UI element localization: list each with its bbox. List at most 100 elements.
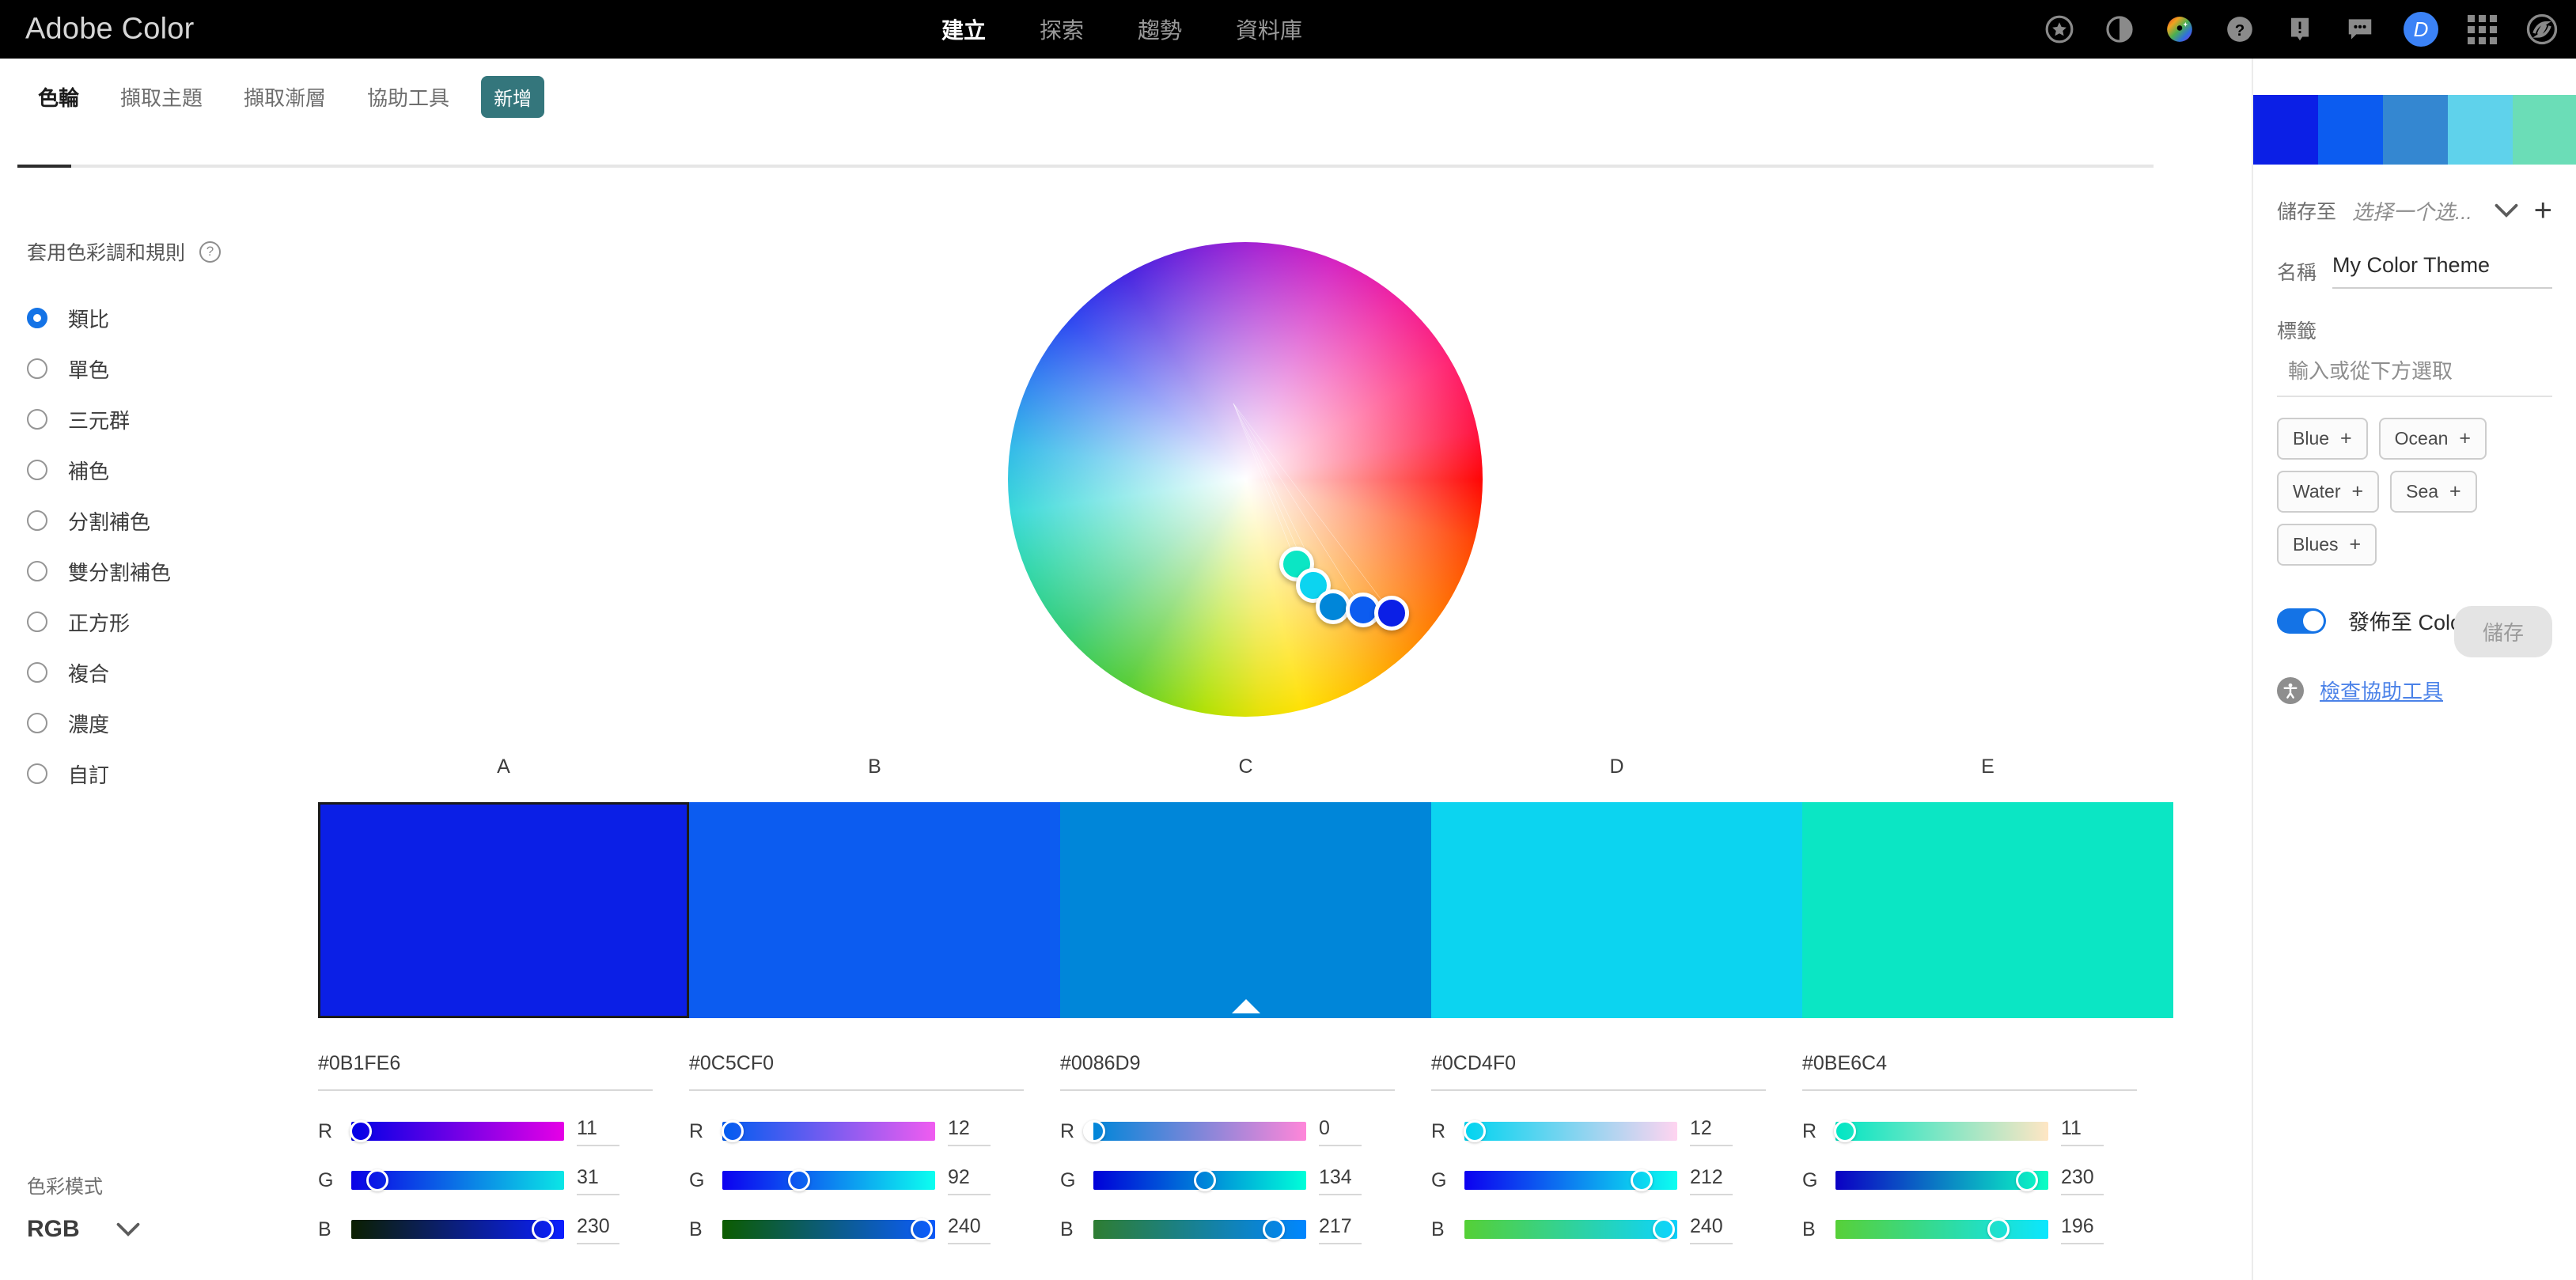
accessibility-link[interactable]: 檢查協助工具 — [2320, 676, 2443, 705]
tag-chip-ocean[interactable]: Ocean + — [2378, 418, 2487, 460]
publish-toggle[interactable] — [2277, 608, 2326, 634]
plus-icon[interactable]: + — [2449, 480, 2461, 503]
swatch-c[interactable] — [1060, 802, 1431, 1018]
tag-chip-sea[interactable]: Sea + — [2390, 471, 2477, 513]
swatch-e[interactable] — [1802, 802, 2173, 1018]
rule-split-complementary[interactable]: 分割補色 — [27, 495, 288, 546]
name-field[interactable]: My Color Theme — [2332, 253, 2552, 289]
hex-value-e[interactable]: #0BE6C4 — [1802, 1052, 2137, 1075]
theme-contrast-icon[interactable] — [2103, 13, 2136, 46]
slider-track-b[interactable] — [1464, 1218, 1677, 1240]
hex-value-d[interactable]: #0CD4F0 — [1431, 1052, 1766, 1075]
topnav-item-libraries[interactable]: 資料庫 — [1236, 13, 1302, 45]
tag-chip-blue[interactable]: Blue + — [2277, 418, 2368, 460]
slider-thumb-b[interactable] — [531, 1218, 554, 1240]
slider-thumb-b[interactable] — [1263, 1218, 1286, 1240]
channel-value-b[interactable]: 196 — [2061, 1215, 2137, 1238]
plus-icon[interactable]: + — [2459, 427, 2471, 450]
channel-value-g[interactable]: 212 — [1690, 1166, 1766, 1189]
slider-track-b[interactable] — [722, 1218, 935, 1240]
slider-track-r[interactable] — [1833, 1120, 2048, 1142]
tab-color-wheel[interactable]: 色輪 — [17, 82, 100, 112]
hex-value-c[interactable]: #0086D9 — [1060, 1052, 1395, 1075]
rule-monochromatic[interactable]: 單色 — [27, 343, 288, 394]
slider-thumb-r[interactable] — [349, 1120, 372, 1142]
slider-thumb-g[interactable] — [1630, 1169, 1653, 1191]
slider-track-r[interactable] — [721, 1120, 935, 1142]
color-mode-dropdown[interactable]: RGB — [27, 1216, 288, 1243]
plus-icon[interactable]: + — [2352, 480, 2364, 503]
creative-cloud-icon[interactable] — [2525, 13, 2559, 46]
chevron-down-icon[interactable] — [2495, 203, 2518, 218]
topnav-item-explore[interactable]: 探索 — [1040, 13, 1084, 45]
help-icon[interactable]: ? — [2223, 13, 2256, 46]
channel-value-b[interactable]: 240 — [1690, 1215, 1766, 1238]
slider-track-r[interactable] — [1463, 1120, 1677, 1142]
slider-thumb-b[interactable] — [1987, 1218, 2010, 1240]
channel-value-r[interactable]: 12 — [948, 1117, 1024, 1140]
radio-complementary[interactable] — [27, 460, 47, 480]
radio-monochromatic[interactable] — [27, 358, 47, 379]
radio-square[interactable] — [27, 612, 47, 632]
slider-thumb-r[interactable] — [1833, 1120, 1856, 1142]
help-icon[interactable]: ? — [199, 240, 222, 263]
new-badge[interactable]: 新增 — [481, 75, 545, 118]
channel-value-g[interactable]: 31 — [577, 1166, 653, 1189]
chevron-down-icon[interactable] — [116, 1222, 140, 1236]
topnav-item-create[interactable]: 建立 — [941, 13, 986, 45]
wheel-marker-a[interactable] — [1373, 596, 1409, 631]
slider-track-b[interactable] — [351, 1218, 564, 1240]
slider-thumb-r[interactable] — [1083, 1120, 1106, 1142]
slider-thumb-b[interactable] — [1653, 1218, 1676, 1240]
tag-chip-water[interactable]: Water + — [2277, 471, 2380, 513]
rule-compound[interactable]: 複合 — [27, 647, 288, 698]
channel-value-r[interactable]: 11 — [577, 1117, 653, 1140]
radio-compound[interactable] — [27, 662, 47, 683]
tab-extract-gradient[interactable]: 擷取漸層 — [223, 82, 347, 112]
rule-complementary[interactable]: 補色 — [27, 445, 288, 495]
feedback-chat-icon[interactable] — [2343, 13, 2377, 46]
slider-thumb-r[interactable] — [1463, 1120, 1486, 1142]
channel-value-g[interactable]: 134 — [1319, 1166, 1395, 1189]
plus-icon[interactable]: + — [2340, 427, 2352, 450]
channel-value-g[interactable]: 92 — [948, 1166, 1024, 1189]
hex-value-a[interactable]: #0B1FE6 — [318, 1052, 653, 1075]
topnav-item-trends[interactable]: 趨勢 — [1138, 13, 1182, 45]
rule-custom[interactable]: 自訂 — [27, 748, 288, 799]
hex-value-b[interactable]: #0C5CF0 — [689, 1052, 1024, 1075]
radio-triad[interactable] — [27, 409, 47, 430]
channel-value-r[interactable]: 12 — [1690, 1117, 1766, 1140]
tab-extract-theme[interactable]: 擷取主題 — [100, 82, 223, 112]
rule-square[interactable]: 正方形 — [27, 596, 288, 647]
slider-thumb-g[interactable] — [1194, 1169, 1217, 1191]
tag-chip-blues[interactable]: Blues + — [2277, 524, 2377, 566]
channel-value-r[interactable]: 11 — [2061, 1117, 2137, 1140]
channel-value-b[interactable]: 217 — [1319, 1215, 1395, 1238]
app-grid-icon[interactable] — [2465, 13, 2498, 46]
rule-analogous[interactable]: 類比 — [27, 293, 288, 343]
color-wheel-icon[interactable] — [2163, 13, 2196, 46]
tags-input[interactable]: 輸入或從下方選取 — [2277, 355, 2552, 397]
slider-track-g[interactable] — [1464, 1169, 1677, 1191]
radio-double-split-complementary[interactable] — [27, 561, 47, 581]
radio-split-complementary[interactable] — [27, 510, 47, 531]
slider-track-r[interactable] — [349, 1120, 564, 1142]
name-value[interactable]: My Color Theme — [2332, 253, 2552, 287]
slider-thumb-g[interactable] — [366, 1169, 388, 1191]
notification-icon[interactable] — [2283, 13, 2317, 46]
swatch-b[interactable] — [689, 802, 1060, 1018]
slider-track-b[interactable] — [1093, 1218, 1306, 1240]
add-library-button[interactable]: + — [2534, 195, 2552, 226]
accessibility-link-row[interactable]: 檢查協助工具 — [2277, 676, 2552, 705]
radio-analogous[interactable] — [27, 308, 47, 328]
star-icon[interactable] — [2043, 13, 2076, 46]
channel-value-g[interactable]: 230 — [2061, 1166, 2137, 1189]
slider-track-g[interactable] — [1093, 1169, 1306, 1191]
tab-accessibility-tools[interactable]: 協助工具 — [347, 82, 470, 112]
slider-thumb-g[interactable] — [2015, 1169, 2038, 1191]
swatch-d[interactable] — [1431, 802, 1802, 1018]
slider-track-g[interactable] — [351, 1169, 564, 1191]
channel-value-b[interactable]: 240 — [948, 1215, 1024, 1238]
slider-thumb-g[interactable] — [788, 1169, 811, 1191]
save-button[interactable]: 儲存 — [2453, 606, 2552, 657]
